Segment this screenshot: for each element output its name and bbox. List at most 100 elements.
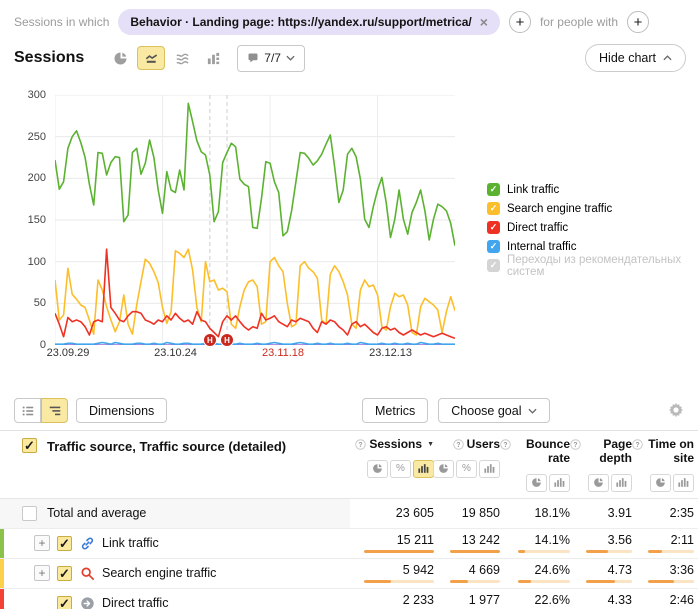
metric-value: 22.6% <box>535 593 570 607</box>
metric-cell: 23 605 <box>350 499 434 528</box>
total-row-checkbox[interactable] <box>22 506 37 521</box>
bars-toggle-icon[interactable] <box>413 460 434 478</box>
total-row-label: Total and average <box>47 506 146 520</box>
svg-text:?: ? <box>635 442 639 449</box>
pie-chart-type-button[interactable] <box>106 46 134 70</box>
filter-right-label: for people with <box>540 15 618 29</box>
metric-cell: 2 233 <box>350 589 434 609</box>
select-all-checkbox[interactable]: ✓ <box>22 438 37 453</box>
pie-toggle-icon[interactable] <box>367 460 388 478</box>
y-axis-tick-label: 250 <box>4 131 46 143</box>
row-color-stripe <box>0 559 4 588</box>
gear-icon[interactable] <box>668 402 684 418</box>
metric-value: 1 977 <box>469 593 500 607</box>
bars-toggle-icon[interactable] <box>673 474 694 492</box>
choose-goal-button[interactable]: Choose goal <box>438 398 550 423</box>
annotations-dropdown[interactable]: 7/7 <box>237 45 305 72</box>
metrics-group: Metrics Choose goal <box>362 398 550 423</box>
table-body: +✓Link traffic15 21113 24214.1%3.562:11+… <box>0 529 698 609</box>
column-header-users[interactable]: ?Users% <box>434 438 500 492</box>
metric-value: 14.1% <box>535 533 570 547</box>
column-chart-type-button[interactable] <box>199 46 227 70</box>
chart-legend: ✓ Link traffic ✓Search engine traffic✓Dire… <box>487 180 698 275</box>
legend-item[interactable]: ✓ Link traffic <box>487 180 698 199</box>
help-icon[interactable]: ? <box>453 439 464 450</box>
x-axis-tick-label: 23.12.13 <box>369 347 412 359</box>
holiday-marker-icon[interactable]: Н <box>203 333 217 347</box>
legend-checkbox[interactable]: ✓ <box>487 221 500 234</box>
add-segment-button[interactable]: + <box>509 11 531 33</box>
add-people-filter-button[interactable]: + <box>627 11 649 33</box>
dimensions-button[interactable]: Dimensions <box>76 398 167 423</box>
hide-chart-button[interactable]: Hide chart <box>585 44 686 72</box>
metric-value: 3.56 <box>608 533 632 547</box>
legend-checkbox[interactable]: ✓ <box>487 202 500 215</box>
pie-toggle-icon[interactable] <box>433 460 454 478</box>
metric-value: 24.6% <box>535 563 570 577</box>
metric-cell: 3.91 <box>570 499 632 528</box>
metric-display-toggles <box>650 474 694 492</box>
legend-item[interactable]: ✓Search engine traffic <box>487 199 698 218</box>
sessions-chart-svg[interactable] <box>55 95 455 345</box>
expand-button[interactable]: + <box>34 565 50 581</box>
metric-cell: 13 242 <box>434 529 500 558</box>
percent-toggle-icon[interactable]: % <box>390 460 411 478</box>
stacked-area-chart-type-button[interactable] <box>168 46 196 70</box>
dimension-header-label: Traffic source, Traffic source (detailed… <box>47 438 286 454</box>
pie-toggle-icon[interactable] <box>650 474 671 492</box>
legend-label: Link traffic <box>507 184 559 196</box>
x-axis-tick-label: 23.11.18 <box>262 347 304 359</box>
row-checkbox[interactable]: ✓ <box>57 596 72 609</box>
holiday-marker-icon[interactable]: Н <box>220 333 234 347</box>
legend-item[interactable]: ✓Переходы из рекомендательных систем <box>487 256 698 275</box>
column-header-page-depth[interactable]: ?Page depth <box>570 438 632 492</box>
line-chart-type-button[interactable] <box>137 46 165 70</box>
metric-value: 18.1% <box>535 506 570 520</box>
metric-value: 5 942 <box>403 563 434 577</box>
segment-chip[interactable]: Behavior · Landing page: https://yandex.… <box>118 9 500 35</box>
svg-text:?: ? <box>573 442 577 449</box>
legend-checkbox[interactable]: ✓ <box>487 240 500 253</box>
metric-value: 2 233 <box>403 593 434 607</box>
svg-text:?: ? <box>456 442 460 449</box>
help-icon[interactable]: ? <box>355 439 366 450</box>
metric-bar <box>586 550 632 553</box>
pie-toggle-icon[interactable] <box>526 474 547 492</box>
metric-cell: 4.73 <box>570 559 632 588</box>
legend-checkbox[interactable]: ✓ <box>487 183 500 196</box>
close-icon[interactable]: × <box>480 15 488 29</box>
segment-filter-bar: Sessions in which Behavior · Landing pag… <box>14 6 684 38</box>
bars-toggle-icon[interactable] <box>479 460 500 478</box>
bars-toggle-icon[interactable] <box>549 474 570 492</box>
metric-bar <box>648 580 694 583</box>
bars-toggle-icon[interactable] <box>611 474 632 492</box>
metric-cell: 2:46 <box>632 589 694 609</box>
column-header-time-on-site[interactable]: ?Time on site <box>632 438 694 492</box>
chevron-down-icon <box>528 408 537 414</box>
legend-checkbox[interactable]: ✓ <box>487 259 500 272</box>
row-label[interactable]: Direct traffic <box>102 596 168 609</box>
row-label[interactable]: Search engine traffic <box>102 566 216 580</box>
column-header-sessions[interactable]: ?Sessions▼% <box>350 438 434 492</box>
metric-bar-fill <box>648 580 674 583</box>
list-view-button[interactable] <box>14 398 41 423</box>
metric-cell: 22.6% <box>500 589 570 609</box>
row-label[interactable]: Link traffic <box>102 536 159 550</box>
expand-button[interactable]: + <box>34 535 50 551</box>
row-checkbox[interactable]: ✓ <box>57 566 72 581</box>
percent-toggle-icon[interactable]: % <box>456 460 477 478</box>
metrics-button[interactable]: Metrics <box>362 398 428 423</box>
metric-display-toggles: % <box>367 460 434 478</box>
tree-view-button[interactable] <box>41 398 68 423</box>
metric-cell: 4.33 <box>570 589 632 609</box>
help-icon[interactable]: ? <box>632 439 643 450</box>
column-header-bounce-rate[interactable]: ?Bounce rate <box>500 438 570 492</box>
pie-toggle-icon[interactable] <box>588 474 609 492</box>
row-checkbox[interactable]: ✓ <box>57 536 72 551</box>
metric-display-toggles <box>526 474 570 492</box>
help-icon[interactable]: ? <box>500 439 511 450</box>
help-icon[interactable]: ? <box>570 439 581 450</box>
column-title: ?Bounce rate <box>500 438 570 466</box>
y-axis-tick-label: 0 <box>4 339 46 351</box>
legend-item[interactable]: ✓Direct traffic <box>487 218 698 237</box>
